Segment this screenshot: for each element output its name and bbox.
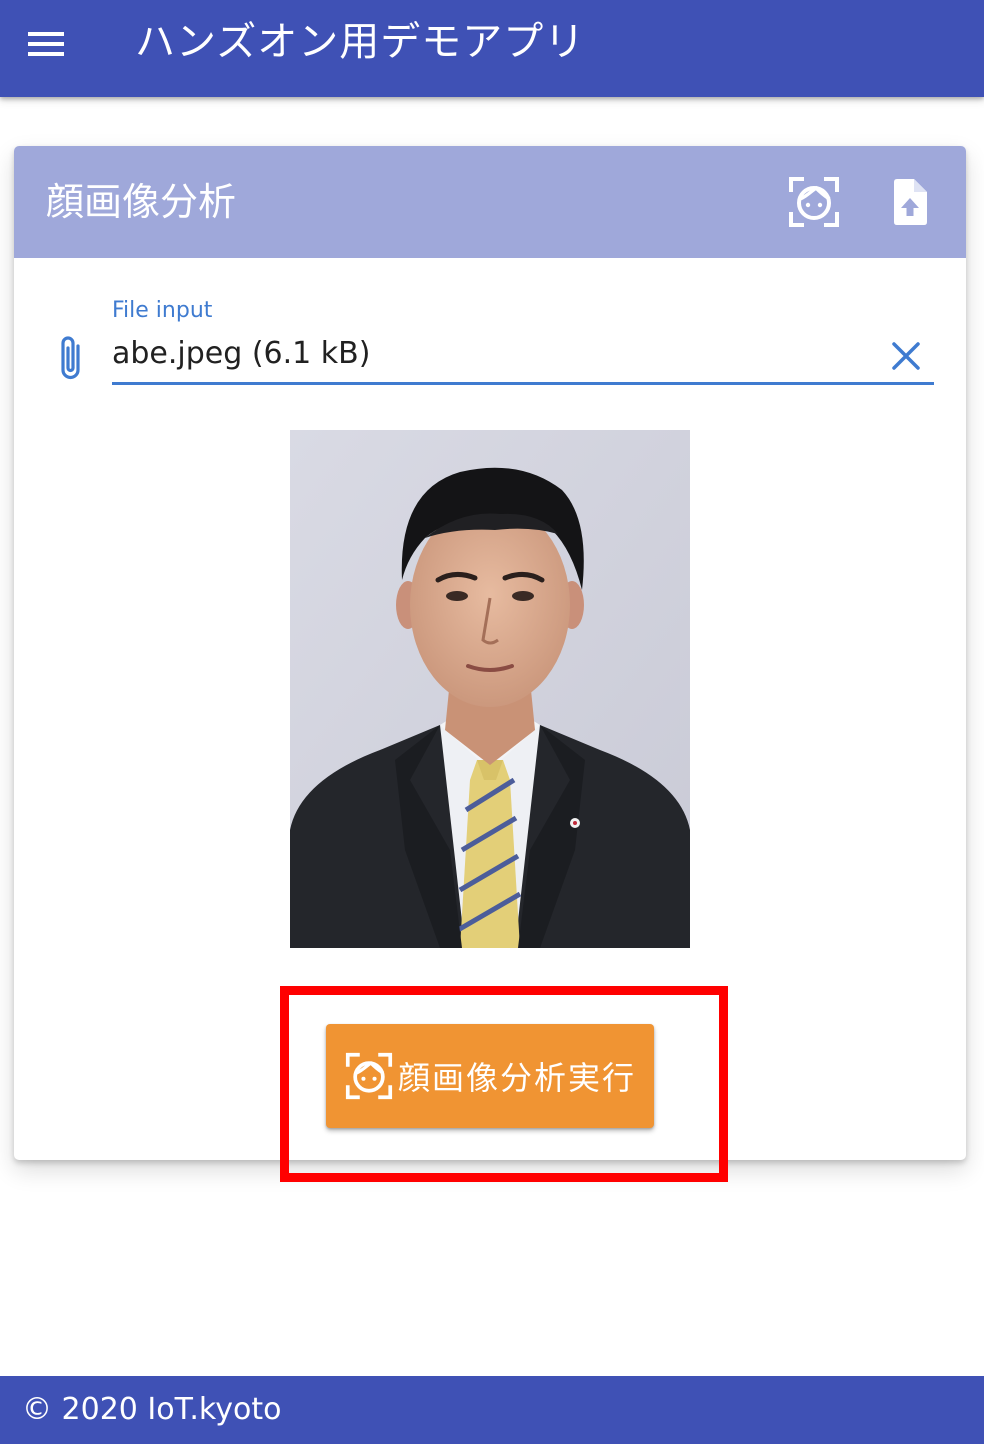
clear-file-button[interactable] bbox=[882, 332, 930, 380]
footer: © 2020 IoT.kyoto bbox=[0, 1376, 984, 1444]
face-recognition-icon bbox=[344, 1051, 394, 1101]
file-input[interactable]: abe.jpeg (6.1 kB) bbox=[112, 332, 872, 376]
app-bar: ハンズオン用デモアプリ bbox=[0, 0, 984, 97]
app-title: ハンズオン用デモアプリ bbox=[135, 19, 586, 65]
portrait-image bbox=[290, 430, 690, 948]
file-upload-icon bbox=[894, 179, 927, 225]
file-input-label: File input bbox=[112, 298, 213, 323]
analyze-face-button-label: 顔画像分析実行 bbox=[397, 1059, 636, 1097]
menu-button[interactable] bbox=[18, 16, 74, 72]
card-title: 顔画像分析 bbox=[46, 180, 237, 224]
file-input-underline bbox=[112, 382, 934, 385]
close-icon bbox=[892, 342, 920, 370]
file-input-field: File input abe.jpeg (6.1 kB) bbox=[14, 258, 966, 418]
file-upload-button[interactable] bbox=[878, 170, 942, 234]
analyze-face-button[interactable]: 顔画像分析実行 bbox=[326, 1024, 654, 1128]
menu-icon bbox=[28, 32, 64, 56]
card-header: 顔画像分析 bbox=[14, 146, 966, 258]
face-analysis-button[interactable] bbox=[782, 170, 846, 234]
footer-copyright: © 2020 IoT.kyoto bbox=[22, 1392, 282, 1427]
face-recognition-icon bbox=[789, 177, 839, 227]
paperclip-icon[interactable] bbox=[52, 330, 92, 386]
face-analysis-card: 顔画像分析 File input abe.jpeg (6.1 kB) 顔画像分析… bbox=[14, 146, 966, 1160]
